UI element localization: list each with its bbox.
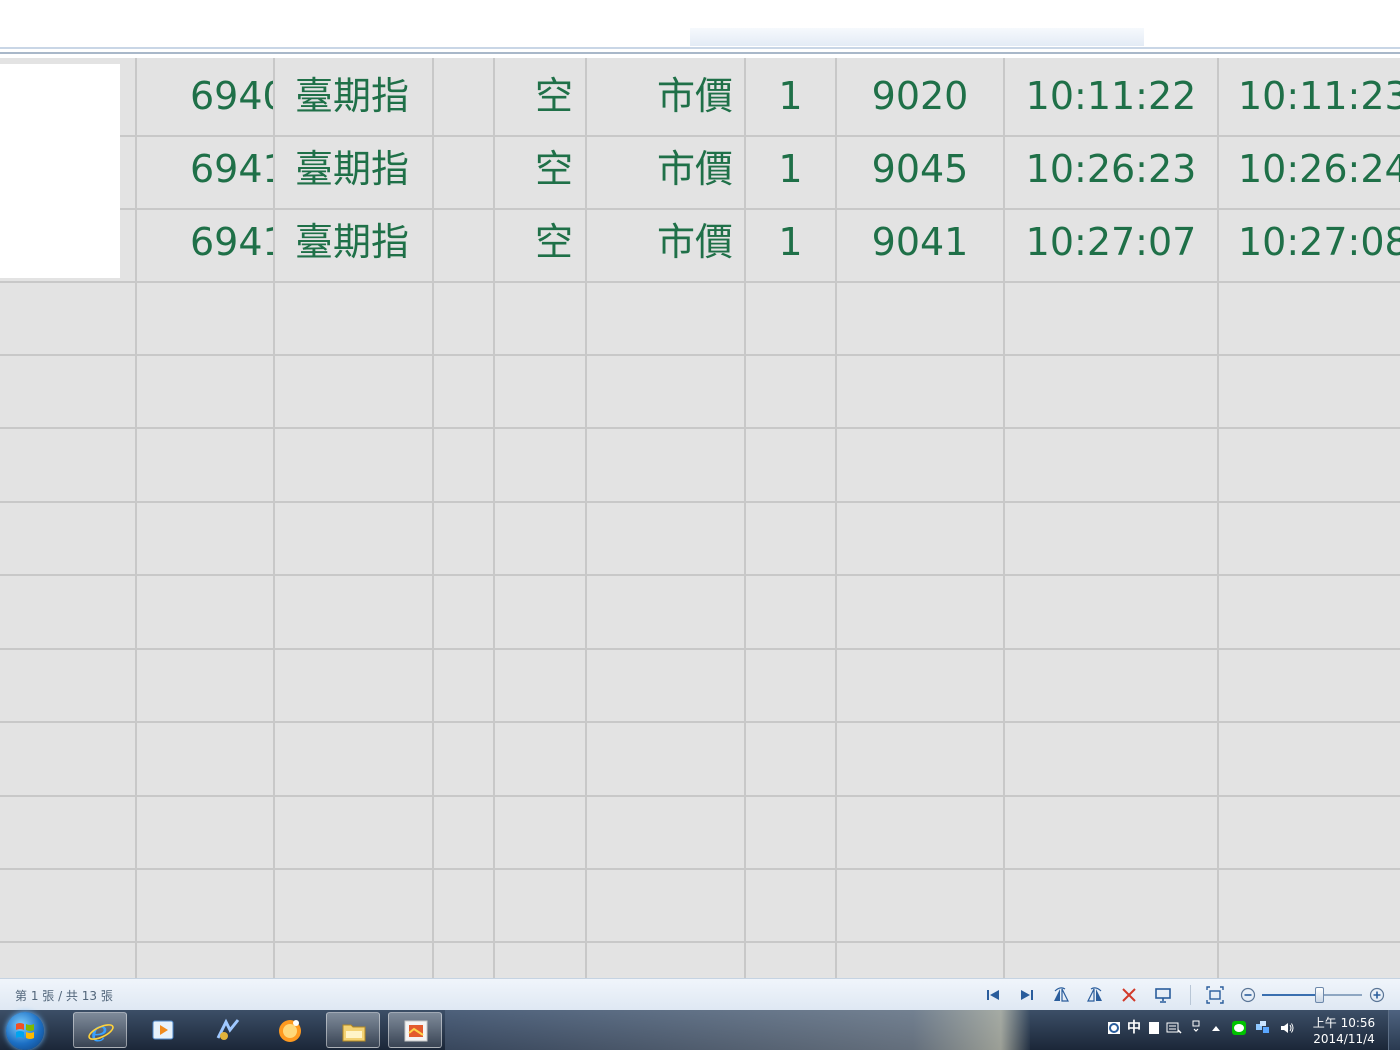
zoom-slider-fill bbox=[1262, 994, 1319, 996]
grid-row-line bbox=[0, 354, 1400, 356]
price-cell: 9020 bbox=[871, 74, 969, 118]
fill-time-cell: 10:26:24 bbox=[1238, 147, 1400, 191]
clock-date[interactable]: 2014/11/4 bbox=[1300, 1032, 1388, 1046]
system-tray: 中 bbox=[1100, 1010, 1300, 1050]
grid-column-line bbox=[273, 58, 275, 978]
grid-column-line bbox=[135, 58, 137, 978]
top-divider-lower bbox=[0, 52, 1400, 54]
product-cell: 臺期指 bbox=[295, 220, 410, 264]
zoom-slider-thumb[interactable] bbox=[1315, 987, 1324, 1003]
fill-time-cell: 10:27:08 bbox=[1238, 220, 1400, 264]
taskbar-app-trading[interactable] bbox=[201, 1012, 255, 1048]
file-explorer-icon bbox=[342, 1024, 366, 1042]
grid-row-line bbox=[0, 427, 1400, 429]
clock-time[interactable]: 上午 10:56 bbox=[1300, 1014, 1388, 1031]
order-grid: 6940 臺期指 空 市價 1 9020 10:11:22 10:11:23 6… bbox=[0, 58, 1400, 978]
media-player-icon bbox=[152, 1020, 174, 1040]
grid-row-line bbox=[0, 281, 1400, 283]
grid-row-line bbox=[0, 721, 1400, 723]
taskbar-app-ie[interactable]: e bbox=[73, 1012, 127, 1048]
grid-row-line bbox=[0, 648, 1400, 650]
taskbar-app-media-player[interactable] bbox=[137, 1012, 191, 1048]
taskbar-app-explorer[interactable] bbox=[326, 1012, 380, 1048]
first-page-icon[interactable] bbox=[983, 985, 1003, 1005]
slideshow-icon[interactable] bbox=[1153, 985, 1173, 1005]
delete-icon[interactable] bbox=[1119, 985, 1139, 1005]
grid-row-line bbox=[0, 501, 1400, 503]
top-divider bbox=[0, 47, 1400, 49]
rotate-left-icon[interactable] bbox=[1051, 985, 1071, 1005]
zoom-out-icon[interactable] bbox=[1238, 985, 1258, 1005]
product-cell: 臺期指 bbox=[295, 74, 410, 118]
fill-time-cell: 10:11:23 bbox=[1238, 74, 1400, 118]
ime-mode-indicator[interactable]: 中 bbox=[1126, 1020, 1142, 1036]
price-type-cell: 市價 bbox=[656, 74, 733, 118]
grid-row-line bbox=[0, 574, 1400, 576]
price-type-cell: 市價 bbox=[656, 220, 733, 264]
window-top-area bbox=[0, 0, 1400, 56]
messenger-icon bbox=[279, 1020, 301, 1042]
quantity-cell: 1 bbox=[778, 74, 803, 118]
order-id-cell: 6941 bbox=[190, 147, 273, 191]
show-hidden-icons-icon[interactable] bbox=[1208, 1020, 1224, 1036]
last-page-icon[interactable] bbox=[1017, 985, 1037, 1005]
zoom-in-icon[interactable] bbox=[1367, 985, 1387, 1005]
rotate-right-icon[interactable] bbox=[1085, 985, 1105, 1005]
status-separator bbox=[1190, 985, 1191, 1005]
order-time-cell: 10:27:07 bbox=[1025, 220, 1197, 264]
grid-row-line bbox=[0, 868, 1400, 870]
order-id-cell: 6941 bbox=[190, 220, 273, 264]
redacted-area bbox=[0, 64, 120, 278]
order-time-cell: 10:11:22 bbox=[1025, 74, 1197, 118]
grid-row-line bbox=[0, 941, 1400, 943]
line-app-icon[interactable] bbox=[1231, 1020, 1247, 1036]
internet-explorer-icon: e bbox=[88, 1017, 114, 1045]
side-cell: 空 bbox=[534, 147, 573, 191]
side-cell: 空 bbox=[534, 74, 573, 118]
product-cell: 臺期指 bbox=[295, 147, 410, 191]
show-desktop-button[interactable] bbox=[1388, 1010, 1400, 1050]
viewer-status-bar: 第 1 張 / 共 13 張 bbox=[0, 978, 1400, 1010]
taskbar-highlight bbox=[445, 1010, 1030, 1050]
price-type-cell: 市價 bbox=[656, 147, 733, 191]
side-cell: 空 bbox=[534, 220, 573, 264]
trading-app-icon bbox=[216, 1018, 240, 1040]
windows-logo-icon bbox=[16, 1023, 34, 1039]
window-tab[interactable] bbox=[690, 28, 1144, 46]
grid-column-line bbox=[1217, 58, 1219, 978]
order-time-cell: 10:26:23 bbox=[1025, 147, 1197, 191]
start-button[interactable] bbox=[6, 1012, 44, 1050]
ime-keyboard-icon[interactable] bbox=[1166, 1020, 1182, 1036]
fit-window-icon[interactable] bbox=[1205, 985, 1225, 1005]
photo-viewer-icon bbox=[404, 1020, 428, 1042]
taskbar: e 中 上午 10:56 2014/11/4 bbox=[0, 1010, 1400, 1050]
input-method-icon[interactable] bbox=[1106, 1020, 1122, 1036]
network-icon[interactable] bbox=[1255, 1020, 1271, 1036]
taskbar-app-photo-viewer[interactable] bbox=[388, 1012, 442, 1048]
grid-column-line bbox=[432, 58, 434, 978]
price-cell: 9045 bbox=[871, 147, 969, 191]
zoom-slider[interactable] bbox=[1262, 987, 1362, 1003]
quantity-cell: 1 bbox=[778, 220, 803, 264]
taskbar-app-messenger[interactable] bbox=[263, 1012, 317, 1048]
ime-options-icon[interactable] bbox=[1188, 1020, 1204, 1036]
quantity-cell: 1 bbox=[778, 147, 803, 191]
order-id-cell: 6940 bbox=[190, 74, 273, 118]
volume-icon[interactable] bbox=[1279, 1020, 1295, 1036]
price-cell: 9041 bbox=[871, 220, 969, 264]
page-counter: 第 1 張 / 共 13 張 bbox=[15, 989, 113, 1003]
grid-row-line bbox=[0, 795, 1400, 797]
ime-fullwidth-icon[interactable] bbox=[1146, 1020, 1162, 1036]
